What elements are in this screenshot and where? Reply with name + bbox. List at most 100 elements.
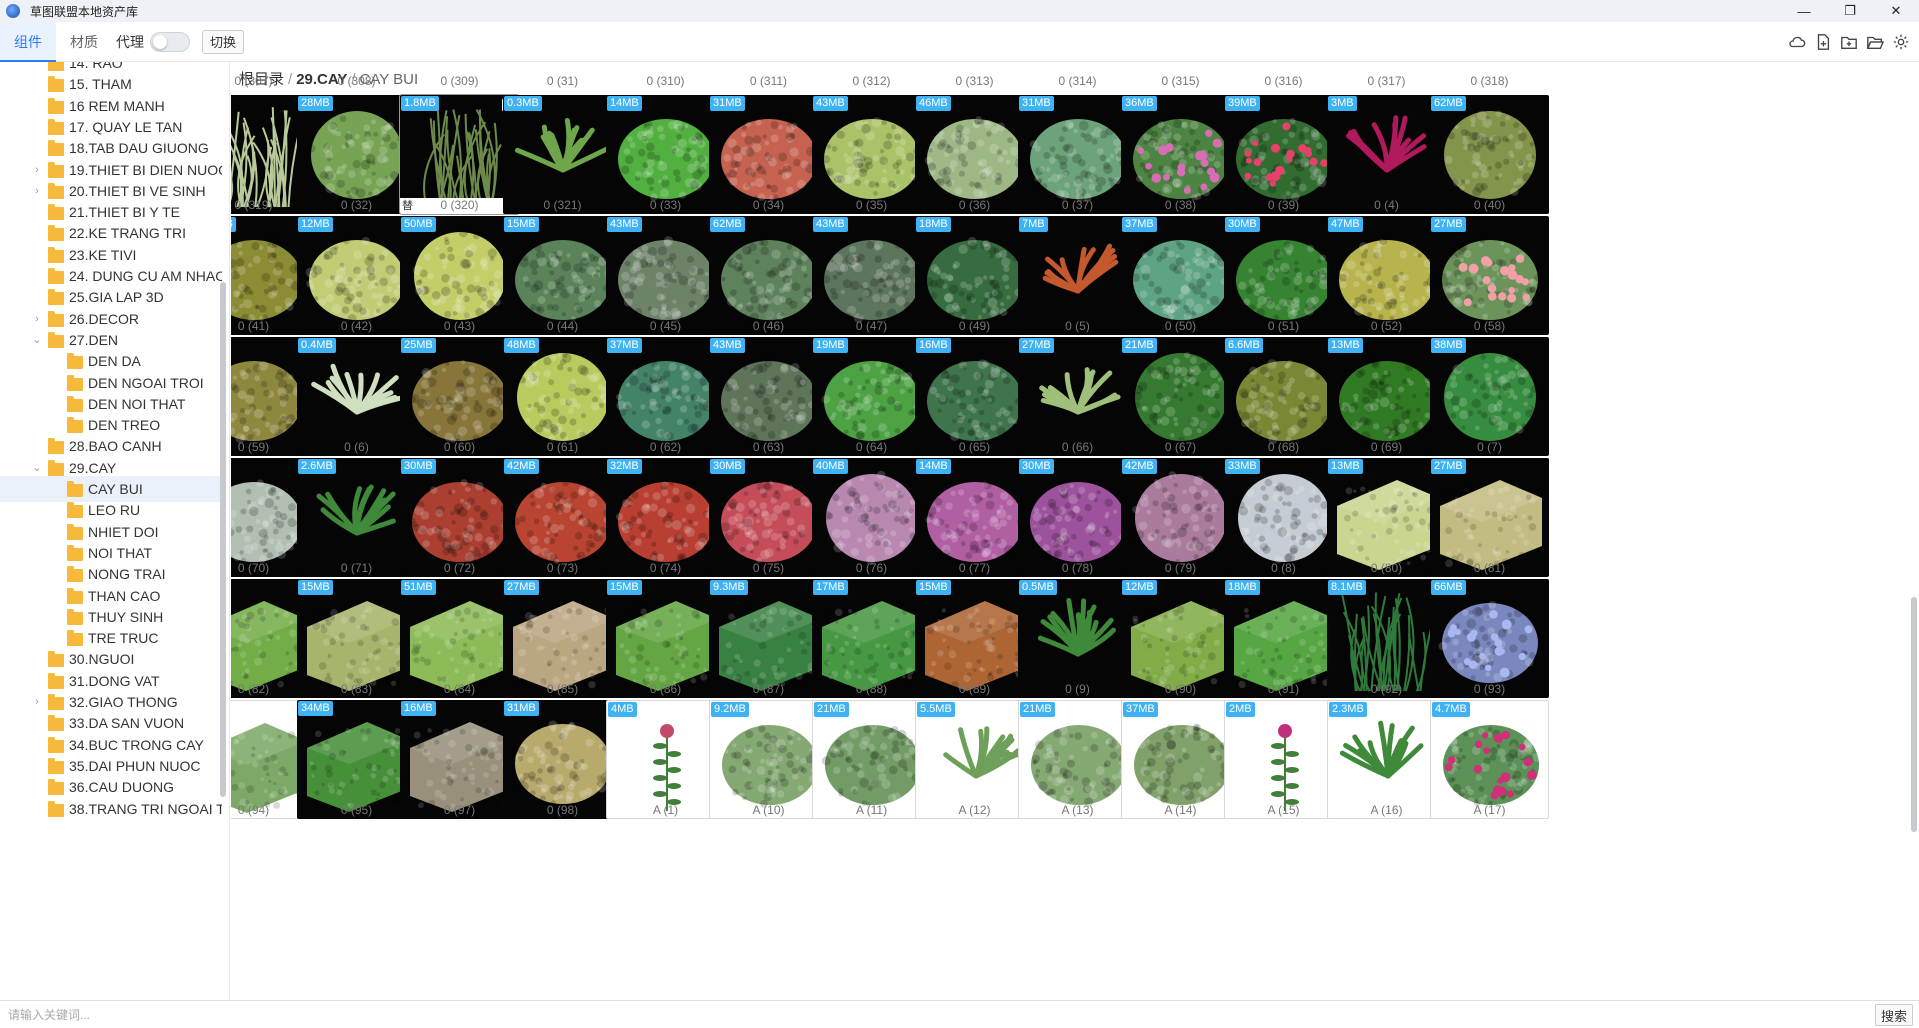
search-button[interactable]: 搜索 [1875, 1004, 1913, 1026]
collapse-caret-icon[interactable]: ⌄ [32, 334, 42, 346]
asset-tile[interactable]: 42MB [503, 458, 622, 577]
asset-tile[interactable]: 13MB [1327, 458, 1446, 577]
tab-components[interactable]: 组件 [0, 21, 56, 62]
collapse-caret-icon[interactable]: ⌄ [32, 462, 42, 474]
add-file-icon[interactable] [1813, 32, 1833, 52]
asset-tile[interactable]: 46MB [915, 95, 1034, 214]
asset-tile[interactable]: 14MB [606, 95, 725, 214]
asset-tile[interactable]: 0.3MB [503, 95, 622, 214]
expand-caret-icon[interactable]: › [32, 185, 42, 197]
asset-tile[interactable]: 12MB [297, 216, 416, 335]
asset-tile[interactable]: 27MB [1430, 458, 1549, 577]
asset-tile[interactable]: 4MB [606, 700, 725, 819]
asset-tile[interactable]: 43MB [812, 95, 931, 214]
asset-tile[interactable]: 9.2MB [709, 700, 828, 819]
asset-tile[interactable]: 38MB [1430, 337, 1549, 456]
expand-caret-icon[interactable]: › [32, 164, 42, 176]
file-size-badge: 39MB [1225, 96, 1260, 111]
asset-tile[interactable]: 19MB [812, 337, 931, 456]
asset-tile[interactable]: 36MB [1121, 95, 1240, 214]
asset-tile[interactable]: 30MB [1224, 216, 1343, 335]
asset-tile[interactable]: 31MB [1018, 95, 1137, 214]
cloud-icon[interactable] [1787, 32, 1807, 52]
asset-tile[interactable]: 14MB [915, 458, 1034, 577]
asset-tile[interactable]: 47MB [1327, 216, 1446, 335]
asset-tile[interactable]: 12MB [1121, 579, 1240, 698]
expand-caret-icon[interactable]: › [32, 696, 42, 708]
asset-tile[interactable]: 50MB [400, 216, 519, 335]
asset-tile[interactable]: 28MB [297, 95, 416, 214]
asset-tile[interactable]: 18MB [915, 216, 1034, 335]
asset-tile[interactable]: 15MB [606, 579, 725, 698]
asset-tile[interactable]: 0.5MB [1018, 579, 1137, 698]
asset-tile[interactable]: 2MB [1224, 700, 1343, 819]
asset-tile[interactable]: 1.8MB替☆ [399, 94, 520, 215]
asset-tile[interactable]: 27MB [1430, 216, 1549, 335]
asset-tile[interactable]: 66MB [1430, 579, 1549, 698]
maximize-button[interactable]: ❐ [1827, 0, 1873, 22]
asset-tile[interactable]: 15MB [503, 216, 622, 335]
asset-tile[interactable]: 43MB [709, 337, 828, 456]
search-input[interactable] [8, 1004, 1868, 1026]
plant-thumbnail [1339, 720, 1424, 779]
asset-tile[interactable]: 16MB [915, 337, 1034, 456]
asset-tile[interactable]: 0.4MB [297, 337, 416, 456]
settings-icon[interactable] [1891, 32, 1911, 52]
asset-tile[interactable]: 30MB [709, 458, 828, 577]
asset-tile[interactable]: 62MB [1430, 95, 1549, 214]
asset-caption: 0 (40) [1473, 198, 1506, 212]
proxy-toggle[interactable] [150, 31, 190, 52]
asset-tile[interactable]: 31MB [503, 700, 622, 819]
asset-tile[interactable]: 42MB [1121, 458, 1240, 577]
grid-scrollbar[interactable] [1911, 597, 1917, 832]
asset-tile[interactable]: 37MB [1121, 700, 1240, 819]
asset-tile[interactable]: 31MB [709, 95, 828, 214]
asset-tile[interactable]: 25MB [400, 337, 519, 456]
asset-tile[interactable]: 15MB [297, 579, 416, 698]
asset-tile[interactable]: 13MB [1327, 337, 1446, 456]
asset-caption: 0 (78) [1061, 561, 1094, 575]
asset-tile[interactable]: 51MB [400, 579, 519, 698]
open-folder-icon[interactable] [1865, 32, 1885, 52]
asset-tile[interactable]: 15MB [915, 579, 1034, 698]
asset-tile[interactable]: 9.3MB [709, 579, 828, 698]
asset-tile[interactable]: 27MB [503, 579, 622, 698]
asset-tile[interactable]: 48MB [503, 337, 622, 456]
sidebar-scrollbar[interactable] [220, 282, 226, 797]
plant-thumbnail [305, 236, 408, 324]
asset-tile[interactable]: 2.3MB [1327, 700, 1446, 819]
asset-tile[interactable]: 30MB [400, 458, 519, 577]
expand-caret-icon[interactable]: › [32, 313, 42, 325]
asset-tile[interactable]: 21MB [1121, 337, 1240, 456]
asset-tile[interactable]: 3MB [1327, 95, 1446, 214]
asset-tile[interactable]: 43MB [606, 216, 725, 335]
asset-tile[interactable]: 4.7MB [1430, 700, 1549, 819]
asset-tile[interactable]: 5.5MB [915, 700, 1034, 819]
minimize-button[interactable]: — [1781, 0, 1827, 22]
asset-tile[interactable]: 33MB [1224, 458, 1343, 577]
switch-button[interactable]: 切换 [202, 29, 245, 54]
asset-tile[interactable]: 34MB [297, 700, 416, 819]
asset-tile[interactable]: 17MB [812, 579, 931, 698]
asset-tile[interactable]: 27MB [1018, 337, 1137, 456]
asset-tile[interactable]: 21MB [1018, 700, 1137, 819]
asset-tile[interactable]: 62MB [709, 216, 828, 335]
asset-tile[interactable]: 30MB [1018, 458, 1137, 577]
asset-tile[interactable]: 43MB [812, 216, 931, 335]
asset-tile[interactable]: 16MB [400, 700, 519, 819]
sidebar-item[interactable]: 14. RAO [0, 62, 222, 76]
tab-materials[interactable]: 材质 [56, 22, 112, 62]
asset-tile[interactable]: 2.6MB [297, 458, 416, 577]
asset-tile[interactable]: 39MB [1224, 95, 1343, 214]
asset-tile[interactable]: 7MB [1018, 216, 1137, 335]
asset-tile[interactable]: 8.1MB [1327, 579, 1446, 698]
close-button[interactable]: ✕ [1873, 0, 1919, 22]
asset-tile[interactable]: 21MB [812, 700, 931, 819]
asset-tile[interactable]: 18MB [1224, 579, 1343, 698]
asset-tile[interactable]: 40MB [812, 458, 931, 577]
asset-tile[interactable]: 6.6MB [1224, 337, 1343, 456]
add-folder-icon[interactable] [1839, 32, 1859, 52]
asset-tile[interactable]: 37MB [606, 337, 725, 456]
asset-tile[interactable]: 32MB [606, 458, 725, 577]
asset-tile[interactable]: 37MB [1121, 216, 1240, 335]
